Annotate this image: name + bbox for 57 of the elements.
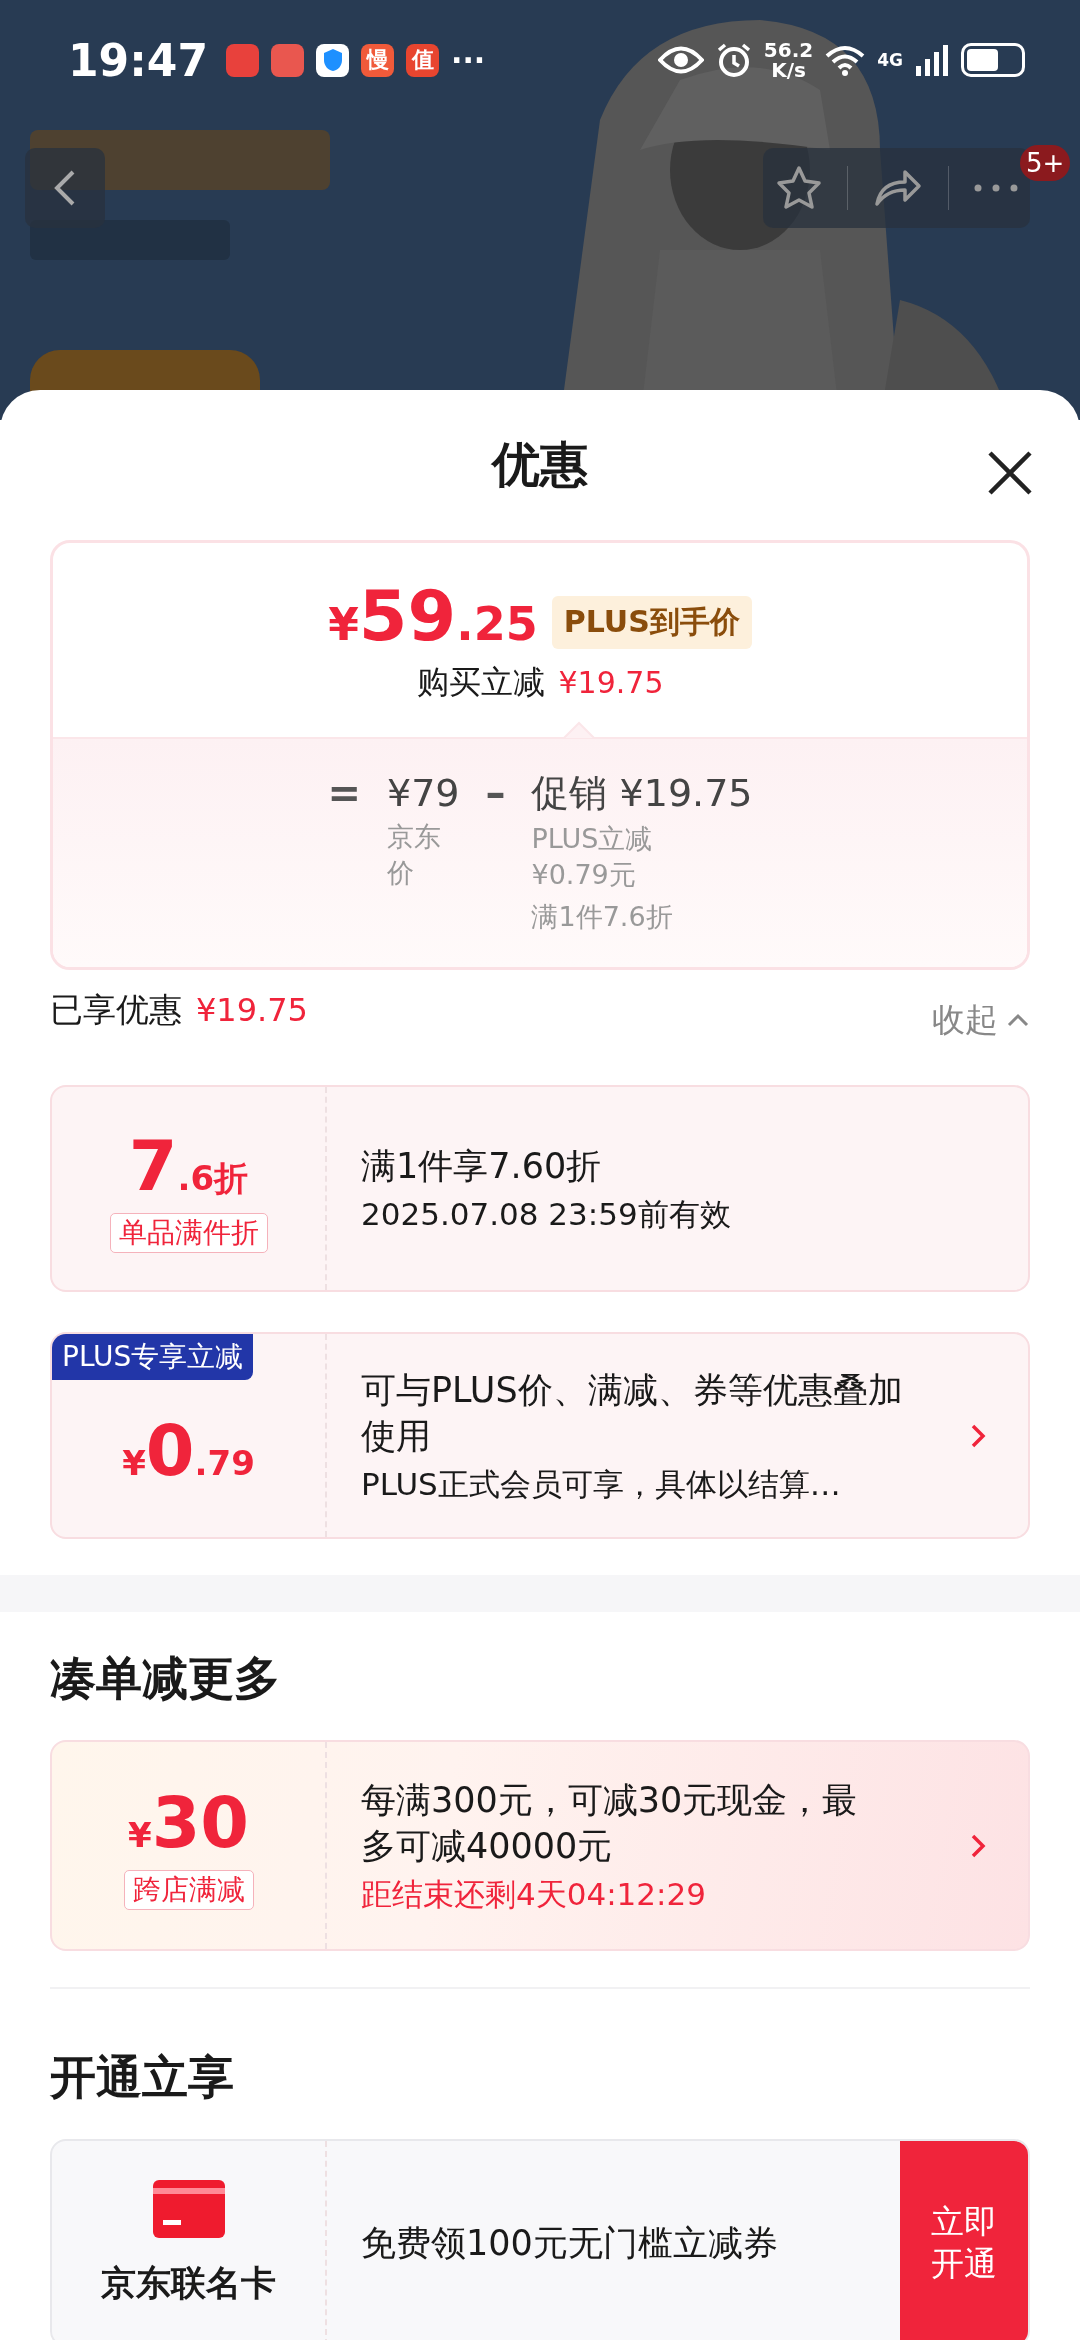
saving-label: 购买立减 xyxy=(416,662,545,703)
coupon-tag: 跨店满减 xyxy=(123,1869,254,1910)
back-button[interactable] xyxy=(25,148,105,228)
offer-text: 免费领100元无门槛立减券 xyxy=(360,2221,779,2265)
alarm-icon xyxy=(715,42,752,78)
net-unit: K/s xyxy=(771,60,806,80)
battery-icon xyxy=(961,43,1025,77)
savings-amount: ¥19.75 xyxy=(196,990,308,1029)
coupon-card[interactable]: 7.6折 单品满件折 满1件享7.60折 2025.07.08 23:59前有效 xyxy=(50,1085,1030,1292)
chevron-up-icon xyxy=(1006,1012,1030,1028)
store-app-icon xyxy=(226,43,260,77)
coupon-amount: ¥0.79 xyxy=(122,1409,255,1492)
app-icon: 值 xyxy=(406,43,440,77)
coupon-title: 可与PLUS价、满减、券等优惠叠加使用 xyxy=(361,1368,904,1458)
discount-value: 7.6折 xyxy=(128,1124,249,1207)
app-icon: 慢 xyxy=(361,43,395,77)
promo-detail: 满1件7.6折 xyxy=(531,900,674,934)
base-price-label: 京东价 xyxy=(386,820,442,890)
final-price: ¥59.25 xyxy=(328,575,538,657)
coupon-card[interactable]: PLUS专享立减 ¥0.79 可与PLUS价、满减、券等优惠叠加使用 PLUS正式会员可享，具体以结算… xyxy=(50,1332,1030,1539)
eye-icon xyxy=(657,45,704,75)
signal-icon xyxy=(915,44,949,76)
card-name: 京东联名卡 xyxy=(101,2261,276,2305)
coupon-title: 满1件享7.60折 xyxy=(361,1144,603,1188)
coupon-subtitle: PLUS正式会员可享，具体以结算… xyxy=(361,1464,842,1504)
credit-card-icon xyxy=(152,2179,225,2238)
star-icon[interactable] xyxy=(775,165,822,211)
chevron-left-icon xyxy=(53,168,77,208)
promo-detail: PLUS立减¥0.79元 xyxy=(531,822,654,892)
more-icon[interactable] xyxy=(973,184,1018,192)
book-app-icon xyxy=(271,43,305,77)
share-icon[interactable] xyxy=(872,168,923,208)
sheet-title: 优惠 xyxy=(492,435,588,494)
promo-amount: 促销 ¥19.75 xyxy=(531,770,753,817)
coupon-tag: 单品满件折 xyxy=(109,1212,268,1253)
base-price: ¥79 xyxy=(386,770,460,817)
status-time: 19:47 xyxy=(68,34,209,86)
coupon-amount: ¥30 xyxy=(127,1781,250,1864)
countdown-text: 距结束还剩4天04:12:29 xyxy=(361,1874,707,1914)
coupon-subtitle: 2025.07.08 23:59前有效 xyxy=(361,1194,732,1234)
activate-button[interactable]: 立即开通 xyxy=(900,2141,1028,2340)
savings-label: 已享优惠 xyxy=(50,988,182,1031)
plus-price-tag: PLUS到手价 xyxy=(551,596,752,649)
section-title: 开通立享 xyxy=(50,2049,235,2106)
coupon-card[interactable]: ¥30 跨店满减 每满300元，可减30元现金，最多可减40000元 距结束还剩4天04:12:29 xyxy=(50,1740,1030,1951)
section-title: 凑单减更多 xyxy=(50,1650,281,1707)
wifi-icon xyxy=(825,44,866,76)
equals-sign: = xyxy=(327,769,361,818)
plus-ribbon: PLUS专享立减 xyxy=(52,1334,254,1380)
minus-sign: – xyxy=(485,769,506,818)
shield-app-icon xyxy=(316,43,350,77)
network-type: 4G xyxy=(877,50,903,70)
collapse-button[interactable]: 收起 xyxy=(932,997,1030,1043)
coupon-title: 每满300元，可减30元现金，最多可减40000元 xyxy=(361,1778,859,1868)
more-notifications: ··· xyxy=(451,42,486,78)
net-speed: 56.2 xyxy=(763,40,814,60)
saving-amount: ¥19.75 xyxy=(558,665,664,700)
